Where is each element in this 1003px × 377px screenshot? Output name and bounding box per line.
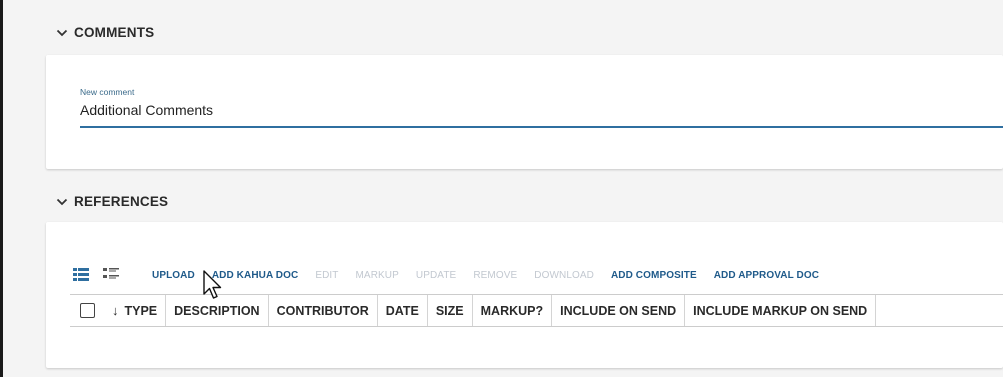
update-button[interactable]: UPDATE [416, 270, 456, 281]
edit-button[interactable]: EDIT [315, 270, 338, 281]
column-header-type[interactable]: ↓ TYPE [104, 295, 167, 326]
column-header-type-label: TYPE [124, 303, 158, 318]
references-section-header[interactable]: REFERENCES [56, 194, 168, 209]
add-approval-doc-button[interactable]: ADD APPROVAL DOC [714, 270, 819, 281]
column-header-date[interactable]: DATE [378, 295, 428, 326]
comments-section-title: COMMENTS [74, 25, 155, 40]
column-header-include-markup-on-send[interactable]: INCLUDE MARKUP ON SEND [685, 295, 877, 326]
upload-button[interactable]: UPLOAD [152, 270, 195, 281]
column-header-size[interactable]: SIZE [428, 295, 473, 326]
download-button[interactable]: DOWNLOAD [534, 270, 594, 281]
new-comment-label: New comment [80, 87, 135, 97]
column-header-contributor[interactable]: CONTRIBUTOR [269, 295, 378, 326]
window-border [0, 0, 3, 377]
chevron-down-icon [56, 29, 68, 36]
references-card: UPLOAD ADD KAHUA DOC EDIT MARKUP UPDATE … [46, 222, 1003, 368]
select-all-checkbox[interactable] [79, 303, 95, 318]
new-comment-field[interactable]: New comment Additional Comments [80, 87, 1003, 128]
sort-down-arrow-icon: ↓ [112, 303, 119, 318]
references-section-title: REFERENCES [74, 194, 169, 209]
add-kahua-doc-button[interactable]: ADD KAHUA DOC [212, 270, 298, 281]
column-header-markup[interactable]: MARKUP? [473, 295, 553, 326]
references-table: UPLOAD ADD KAHUA DOC EDIT MARKUP UPDATE … [70, 256, 1003, 327]
list-view-icon[interactable] [70, 264, 92, 286]
select-all-cell[interactable] [70, 295, 104, 326]
comments-section-header[interactable]: COMMENTS [56, 25, 154, 40]
markup-button[interactable]: MARKUP [356, 270, 399, 281]
references-toolbar: UPLOAD ADD KAHUA DOC EDIT MARKUP UPDATE … [70, 256, 1003, 299]
comments-card: New comment Additional Comments [46, 55, 1003, 169]
chevron-down-icon [56, 198, 68, 205]
field-underline [80, 126, 1003, 128]
remove-button[interactable]: REMOVE [473, 270, 517, 281]
new-comment-input[interactable]: Additional Comments [80, 102, 1003, 118]
detail-view-icon[interactable] [100, 264, 122, 286]
mouse-cursor-icon [203, 270, 222, 299]
add-composite-button[interactable]: ADD COMPOSITE [611, 270, 697, 281]
column-header-include-on-send[interactable]: INCLUDE ON SEND [552, 295, 686, 326]
